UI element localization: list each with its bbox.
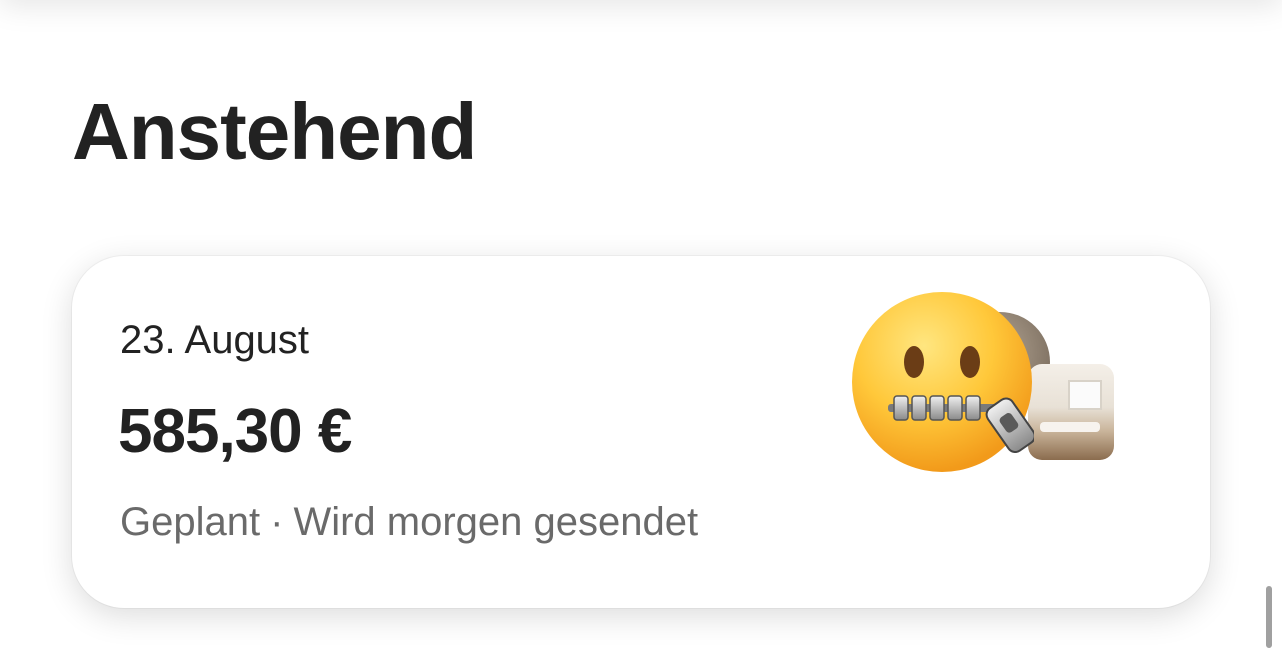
payout-date: 23. August <box>120 318 310 362</box>
thumbnail-group <box>850 290 1120 480</box>
listing-thumbnail <box>1028 364 1114 460</box>
zipper-mouth-face-icon <box>852 292 1034 472</box>
payout-amount: 585,30 € <box>118 397 352 466</box>
payout-status: Geplant <box>120 500 261 544</box>
listing-window <box>1068 380 1102 410</box>
payout-status-line: Geplant · Wird morgen gesendet <box>120 500 698 545</box>
status-separator: · <box>270 500 284 544</box>
scrollbar[interactable] <box>1266 586 1272 648</box>
payout-status-detail: Wird morgen gesendet <box>293 500 699 544</box>
listing-table <box>1040 422 1100 432</box>
section-title: Anstehend <box>72 87 477 176</box>
payout-card[interactable]: 23. August 585,30 € Geplant · Wird morgen … <box>72 256 1210 608</box>
